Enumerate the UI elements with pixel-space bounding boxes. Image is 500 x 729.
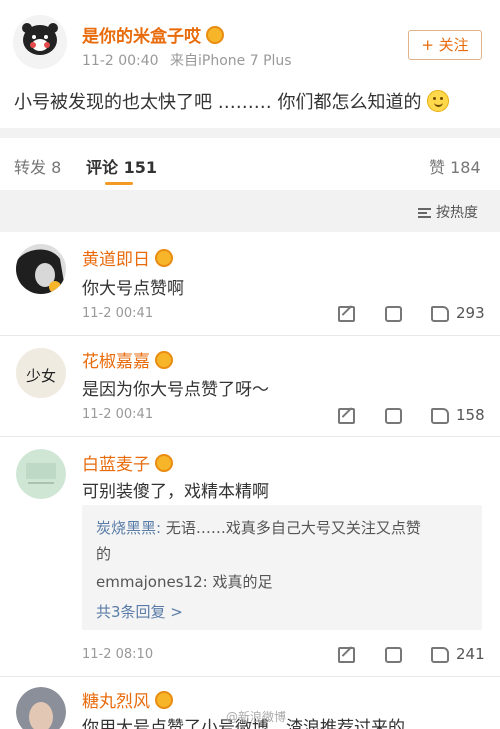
comment-icon[interactable]	[385, 405, 402, 424]
commenter-name[interactable]: 黄道即日	[82, 245, 173, 270]
like-icon[interactable]	[431, 647, 449, 663]
view-all-replies-link[interactable]: 共3条回复 >	[96, 601, 183, 622]
post-author-avatar[interactable]	[13, 15, 67, 69]
like-count: 158	[456, 406, 485, 424]
vip-crown-icon	[155, 691, 173, 709]
sort-bar: 按热度	[0, 190, 500, 232]
reply-item: 的	[96, 543, 111, 564]
smile-emoji-icon	[427, 90, 450, 112]
repost-icon[interactable]	[338, 306, 355, 322]
post-source: 来自iPhone 7 Plus	[170, 53, 292, 69]
like-count: 241	[456, 645, 485, 663]
watermark: @新浪微博	[226, 710, 287, 724]
comment-actions: 293	[338, 303, 488, 326]
commenter-name[interactable]: 糖丸烈风	[82, 687, 173, 712]
vip-crown-icon	[155, 249, 173, 267]
vip-crown-icon	[155, 351, 173, 369]
comment-time: 11-2 08:10	[82, 647, 154, 662]
comment-item: 少女 花椒嘉嘉 是因为你大号点赞了呀～ 11-2 00:41 158	[0, 336, 500, 436]
vip-crown-icon	[155, 454, 173, 472]
post-meta: 11-2 00:40 来自iPhone 7 Plus	[82, 50, 292, 70]
post-time: 11-2 00:40	[82, 53, 159, 69]
commenter-name[interactable]: 花椒嘉嘉	[82, 347, 173, 372]
comment-actions: 158	[338, 405, 488, 428]
like-count: 293	[456, 304, 485, 322]
comment-text: 可别装傻了，戏精本精啊	[82, 482, 269, 502]
tab-like[interactable]: 赞 184	[429, 154, 481, 178]
comment-text: 你大号点赞啊	[82, 279, 184, 299]
vip-crown-icon	[206, 26, 224, 44]
post-body: 小号被发现的也太快了吧 ……… 你们都怎么知道的	[14, 88, 450, 114]
interaction-tabs: 转发 8 评论 151 赞 184	[0, 138, 500, 190]
active-tab-indicator	[105, 182, 133, 185]
sort-by-heat-button[interactable]: 按热度	[418, 202, 478, 222]
comment-icon[interactable]	[385, 303, 402, 322]
reply-author[interactable]: emmajones12:	[96, 573, 208, 591]
comment-text: 是因为你大号点赞了呀～	[82, 380, 269, 400]
commenter-avatar[interactable]	[16, 449, 66, 499]
commenter-avatar[interactable]: 少女	[16, 348, 66, 398]
reply-text: 无语……戏真多自己大号又关注又点赞	[161, 519, 421, 537]
like-icon[interactable]	[431, 306, 449, 322]
comment-time: 11-2 00:41	[82, 407, 154, 422]
reply-item: emmajones12: 戏真的足	[96, 571, 272, 592]
commenter-avatar[interactable]	[16, 244, 66, 294]
follow-button[interactable]: + 关注	[408, 30, 482, 60]
comment-icon[interactable]	[385, 644, 402, 663]
avatar-text: 少女	[26, 367, 56, 385]
reply-item: 炭烧黑黑: 无语……戏真多自己大号又关注又点赞	[96, 517, 421, 538]
comment-item: 黄道即日 你大号点赞啊 11-2 00:41 293	[0, 232, 500, 342]
tab-comment[interactable]: 评论 151	[86, 154, 157, 178]
weibo-post: 是你的米盒子哎 11-2 00:40 来自iPhone 7 Plus + 关注 …	[0, 0, 500, 128]
reply-author[interactable]: 炭烧黑黑:	[96, 519, 161, 537]
reply-text: 戏真的足	[207, 573, 273, 591]
reply-thread: 炭烧黑黑: 无语……戏真多自己大号又关注又点赞 的 emmajones12: 戏…	[82, 505, 482, 630]
commenter-name[interactable]: 白蓝麦子	[82, 450, 173, 475]
commenter-avatar[interactable]	[16, 687, 66, 729]
sort-icon	[418, 208, 431, 218]
tab-repost[interactable]: 转发 8	[14, 154, 61, 178]
repost-icon[interactable]	[338, 647, 355, 663]
comment-actions: 241	[338, 644, 488, 667]
repost-icon[interactable]	[338, 408, 355, 424]
section-divider	[0, 128, 500, 138]
like-icon[interactable]	[431, 408, 449, 424]
post-author-name[interactable]: 是你的米盒子哎	[82, 22, 224, 47]
comment-time: 11-2 00:41	[82, 306, 154, 321]
reply-text: 的	[96, 545, 112, 563]
